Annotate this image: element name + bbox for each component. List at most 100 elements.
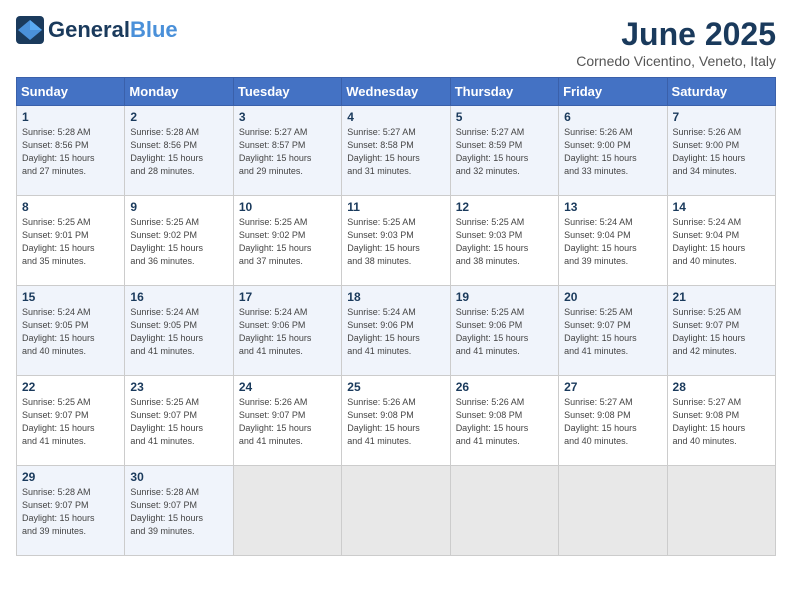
empty-cell (559, 466, 667, 556)
day-detail: Sunrise: 5:25 AMSunset: 9:06 PMDaylight:… (456, 306, 553, 358)
day-number: 10 (239, 200, 336, 214)
day-detail: Sunrise: 5:25 AMSunset: 9:02 PMDaylight:… (130, 216, 227, 268)
day-cell-10: 10 Sunrise: 5:25 AMSunset: 9:02 PMDaylig… (233, 196, 341, 286)
day-cell-3: 3 Sunrise: 5:27 AMSunset: 8:57 PMDayligh… (233, 106, 341, 196)
day-number: 30 (130, 470, 227, 484)
day-number: 26 (456, 380, 553, 394)
day-detail: Sunrise: 5:24 AMSunset: 9:05 PMDaylight:… (22, 306, 119, 358)
day-number: 12 (456, 200, 553, 214)
logo: GeneralBlue (16, 16, 178, 44)
day-cell-9: 9 Sunrise: 5:25 AMSunset: 9:02 PMDayligh… (125, 196, 233, 286)
day-detail: Sunrise: 5:27 AMSunset: 8:57 PMDaylight:… (239, 126, 336, 178)
week-row-5: 29 Sunrise: 5:28 AMSunset: 9:07 PMDaylig… (17, 466, 776, 556)
week-row-2: 8 Sunrise: 5:25 AMSunset: 9:01 PMDayligh… (17, 196, 776, 286)
day-detail: Sunrise: 5:25 AMSunset: 9:07 PMDaylight:… (564, 306, 661, 358)
day-detail: Sunrise: 5:25 AMSunset: 9:03 PMDaylight:… (347, 216, 444, 268)
day-number: 19 (456, 290, 553, 304)
day-detail: Sunrise: 5:27 AMSunset: 8:58 PMDaylight:… (347, 126, 444, 178)
empty-cell (450, 466, 558, 556)
day-detail: Sunrise: 5:25 AMSunset: 9:02 PMDaylight:… (239, 216, 336, 268)
day-cell-23: 23 Sunrise: 5:25 AMSunset: 9:07 PMDaylig… (125, 376, 233, 466)
day-cell-5: 5 Sunrise: 5:27 AMSunset: 8:59 PMDayligh… (450, 106, 558, 196)
header-sunday: Sunday (17, 78, 125, 106)
week-row-4: 22 Sunrise: 5:25 AMSunset: 9:07 PMDaylig… (17, 376, 776, 466)
day-cell-29: 29 Sunrise: 5:28 AMSunset: 9:07 PMDaylig… (17, 466, 125, 556)
calendar-title: June 2025 (576, 16, 776, 53)
day-cell-18: 18 Sunrise: 5:24 AMSunset: 9:06 PMDaylig… (342, 286, 450, 376)
logo-icon (16, 16, 44, 44)
day-number: 8 (22, 200, 119, 214)
day-detail: Sunrise: 5:26 AMSunset: 9:00 PMDaylight:… (673, 126, 770, 178)
title-area: June 2025 Cornedo Vicentino, Veneto, Ita… (576, 16, 776, 69)
day-number: 25 (347, 380, 444, 394)
calendar-subtitle: Cornedo Vicentino, Veneto, Italy (576, 53, 776, 69)
page-header: GeneralBlue June 2025 Cornedo Vicentino,… (16, 16, 776, 69)
day-detail: Sunrise: 5:25 AMSunset: 9:07 PMDaylight:… (673, 306, 770, 358)
day-detail: Sunrise: 5:26 AMSunset: 9:07 PMDaylight:… (239, 396, 336, 448)
day-cell-2: 2 Sunrise: 5:28 AMSunset: 8:56 PMDayligh… (125, 106, 233, 196)
day-detail: Sunrise: 5:24 AMSunset: 9:06 PMDaylight:… (347, 306, 444, 358)
day-cell-8: 8 Sunrise: 5:25 AMSunset: 9:01 PMDayligh… (17, 196, 125, 286)
week-row-1: 1 Sunrise: 5:28 AMSunset: 8:56 PMDayligh… (17, 106, 776, 196)
day-cell-24: 24 Sunrise: 5:26 AMSunset: 9:07 PMDaylig… (233, 376, 341, 466)
day-cell-14: 14 Sunrise: 5:24 AMSunset: 9:04 PMDaylig… (667, 196, 775, 286)
day-number: 6 (564, 110, 661, 124)
day-number: 24 (239, 380, 336, 394)
day-number: 11 (347, 200, 444, 214)
header-wednesday: Wednesday (342, 78, 450, 106)
day-detail: Sunrise: 5:27 AMSunset: 8:59 PMDaylight:… (456, 126, 553, 178)
day-detail: Sunrise: 5:28 AMSunset: 9:07 PMDaylight:… (130, 486, 227, 538)
header-thursday: Thursday (450, 78, 558, 106)
day-detail: Sunrise: 5:26 AMSunset: 9:08 PMDaylight:… (347, 396, 444, 448)
day-number: 27 (564, 380, 661, 394)
day-number: 9 (130, 200, 227, 214)
day-number: 14 (673, 200, 770, 214)
day-number: 20 (564, 290, 661, 304)
day-detail: Sunrise: 5:25 AMSunset: 9:07 PMDaylight:… (22, 396, 119, 448)
day-number: 13 (564, 200, 661, 214)
day-cell-27: 27 Sunrise: 5:27 AMSunset: 9:08 PMDaylig… (559, 376, 667, 466)
day-detail: Sunrise: 5:24 AMSunset: 9:06 PMDaylight:… (239, 306, 336, 358)
logo-blue-text: Blue (130, 17, 178, 42)
day-detail: Sunrise: 5:24 AMSunset: 9:05 PMDaylight:… (130, 306, 227, 358)
day-cell-7: 7 Sunrise: 5:26 AMSunset: 9:00 PMDayligh… (667, 106, 775, 196)
day-number: 16 (130, 290, 227, 304)
day-number: 18 (347, 290, 444, 304)
day-cell-25: 25 Sunrise: 5:26 AMSunset: 9:08 PMDaylig… (342, 376, 450, 466)
day-cell-19: 19 Sunrise: 5:25 AMSunset: 9:06 PMDaylig… (450, 286, 558, 376)
day-number: 28 (673, 380, 770, 394)
header-saturday: Saturday (667, 78, 775, 106)
week-row-3: 15 Sunrise: 5:24 AMSunset: 9:05 PMDaylig… (17, 286, 776, 376)
day-cell-4: 4 Sunrise: 5:27 AMSunset: 8:58 PMDayligh… (342, 106, 450, 196)
day-cell-16: 16 Sunrise: 5:24 AMSunset: 9:05 PMDaylig… (125, 286, 233, 376)
day-number: 3 (239, 110, 336, 124)
day-cell-12: 12 Sunrise: 5:25 AMSunset: 9:03 PMDaylig… (450, 196, 558, 286)
day-detail: Sunrise: 5:25 AMSunset: 9:01 PMDaylight:… (22, 216, 119, 268)
day-number: 23 (130, 380, 227, 394)
header-friday: Friday (559, 78, 667, 106)
day-cell-17: 17 Sunrise: 5:24 AMSunset: 9:06 PMDaylig… (233, 286, 341, 376)
day-detail: Sunrise: 5:27 AMSunset: 9:08 PMDaylight:… (673, 396, 770, 448)
day-cell-1: 1 Sunrise: 5:28 AMSunset: 8:56 PMDayligh… (17, 106, 125, 196)
header-tuesday: Tuesday (233, 78, 341, 106)
day-detail: Sunrise: 5:26 AMSunset: 9:08 PMDaylight:… (456, 396, 553, 448)
day-cell-21: 21 Sunrise: 5:25 AMSunset: 9:07 PMDaylig… (667, 286, 775, 376)
day-number: 29 (22, 470, 119, 484)
day-cell-11: 11 Sunrise: 5:25 AMSunset: 9:03 PMDaylig… (342, 196, 450, 286)
day-cell-20: 20 Sunrise: 5:25 AMSunset: 9:07 PMDaylig… (559, 286, 667, 376)
day-detail: Sunrise: 5:27 AMSunset: 9:08 PMDaylight:… (564, 396, 661, 448)
day-detail: Sunrise: 5:25 AMSunset: 9:03 PMDaylight:… (456, 216, 553, 268)
day-cell-30: 30 Sunrise: 5:28 AMSunset: 9:07 PMDaylig… (125, 466, 233, 556)
day-detail: Sunrise: 5:28 AMSunset: 9:07 PMDaylight:… (22, 486, 119, 538)
day-number: 17 (239, 290, 336, 304)
day-cell-26: 26 Sunrise: 5:26 AMSunset: 9:08 PMDaylig… (450, 376, 558, 466)
day-number: 4 (347, 110, 444, 124)
day-detail: Sunrise: 5:25 AMSunset: 9:07 PMDaylight:… (130, 396, 227, 448)
empty-cell (342, 466, 450, 556)
empty-cell (667, 466, 775, 556)
day-cell-6: 6 Sunrise: 5:26 AMSunset: 9:00 PMDayligh… (559, 106, 667, 196)
day-cell-13: 13 Sunrise: 5:24 AMSunset: 9:04 PMDaylig… (559, 196, 667, 286)
day-detail: Sunrise: 5:28 AMSunset: 8:56 PMDaylight:… (130, 126, 227, 178)
day-number: 22 (22, 380, 119, 394)
day-number: 21 (673, 290, 770, 304)
